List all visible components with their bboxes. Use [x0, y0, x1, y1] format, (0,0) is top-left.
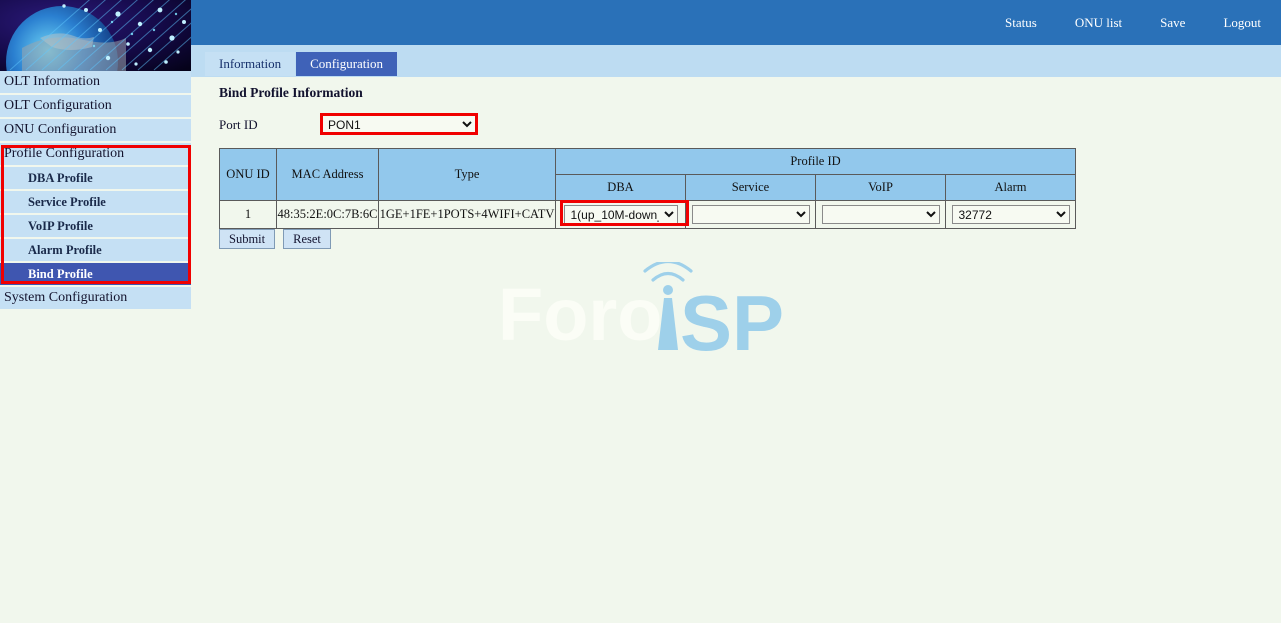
cell-voip — [816, 201, 946, 229]
th-type: Type — [379, 149, 556, 201]
page-title: Bind Profile Information — [219, 85, 363, 101]
bind-profile-table: ONU ID MAC Address Type Profile ID DBA S… — [219, 148, 1076, 229]
cell-alarm: 32772 — [946, 201, 1076, 229]
cell-mac-address: 48:35:2E:0C:7B:6C — [277, 201, 379, 229]
th-profile-id-group: Profile ID — [556, 149, 1076, 175]
th-service: Service — [686, 175, 816, 201]
top-navigation: Status ONU list Save Logout — [1005, 0, 1261, 45]
topnav-onu-list[interactable]: ONU list — [1075, 15, 1122, 31]
table-body: 1 48:35:2E:0C:7B:6C 1GE+1FE+1POTS+4WIFI+… — [220, 201, 1076, 229]
sidebar-item-olt-information[interactable]: OLT Information — [0, 71, 191, 93]
cell-type: 1GE+1FE+1POTS+4WIFI+CATV — [379, 201, 556, 229]
service-profile-select[interactable] — [692, 205, 810, 224]
submit-button[interactable]: Submit — [219, 229, 275, 249]
sidebar-nav: OLT Information OLT Configuration ONU Co… — [0, 71, 191, 311]
voip-profile-select[interactable] — [822, 205, 940, 224]
alarm-profile-select[interactable]: 32772 — [952, 205, 1070, 224]
th-voip: VoIP — [816, 175, 946, 201]
th-dba: DBA — [556, 175, 686, 201]
sidebar-item-system-configuration[interactable]: System Configuration — [0, 287, 191, 309]
port-id-row: Port ID PON1 — [219, 115, 476, 134]
table-row: 1 48:35:2E:0C:7B:6C 1GE+1FE+1POTS+4WIFI+… — [220, 201, 1076, 229]
dba-profile-select[interactable]: 1(up_10M-down_10 — [564, 205, 678, 224]
cell-service — [686, 201, 816, 229]
main-content: Bind Profile Information Port ID PON1 ON… — [191, 77, 1281, 623]
table-head: ONU ID MAC Address Type Profile ID DBA S… — [220, 149, 1076, 201]
sidebar-item-bind-profile[interactable]: Bind Profile — [0, 263, 191, 285]
th-mac-address: MAC Address — [277, 149, 379, 201]
sidebar-item-profile-configuration[interactable]: Profile Configuration — [0, 143, 191, 165]
topnav-save[interactable]: Save — [1160, 15, 1185, 31]
port-id-select[interactable]: PON1 — [321, 115, 476, 134]
globe-fiber-icon — [0, 0, 191, 71]
cell-dba: 1(up_10M-down_10 — [556, 201, 686, 229]
sidebar-item-alarm-profile[interactable]: Alarm Profile — [0, 239, 191, 261]
sidebar-item-onu-configuration[interactable]: ONU Configuration — [0, 119, 191, 141]
banner-logo-image — [0, 0, 191, 71]
tab-information[interactable]: Information — [205, 52, 295, 76]
tab-configuration[interactable]: Configuration — [296, 52, 397, 76]
th-alarm: Alarm — [946, 175, 1076, 201]
cell-onu-id: 1 — [220, 201, 277, 229]
topnav-status[interactable]: Status — [1005, 15, 1037, 31]
sidebar-item-voip-profile[interactable]: VoIP Profile — [0, 215, 191, 237]
tab-band: Information Configuration — [191, 45, 1281, 77]
th-onu-id: ONU ID — [220, 149, 277, 201]
sidebar-item-dba-profile[interactable]: DBA Profile — [0, 167, 191, 189]
tab-list: Information Configuration — [205, 52, 397, 76]
sidebar-item-service-profile[interactable]: Service Profile — [0, 191, 191, 213]
topnav-logout[interactable]: Logout — [1223, 15, 1261, 31]
reset-button[interactable]: Reset — [283, 229, 331, 249]
port-id-label: Port ID — [219, 117, 321, 133]
form-button-row: Submit Reset — [219, 229, 331, 249]
table-header-row-1: ONU ID MAC Address Type Profile ID — [220, 149, 1076, 175]
sidebar-item-olt-configuration[interactable]: OLT Configuration — [0, 95, 191, 117]
